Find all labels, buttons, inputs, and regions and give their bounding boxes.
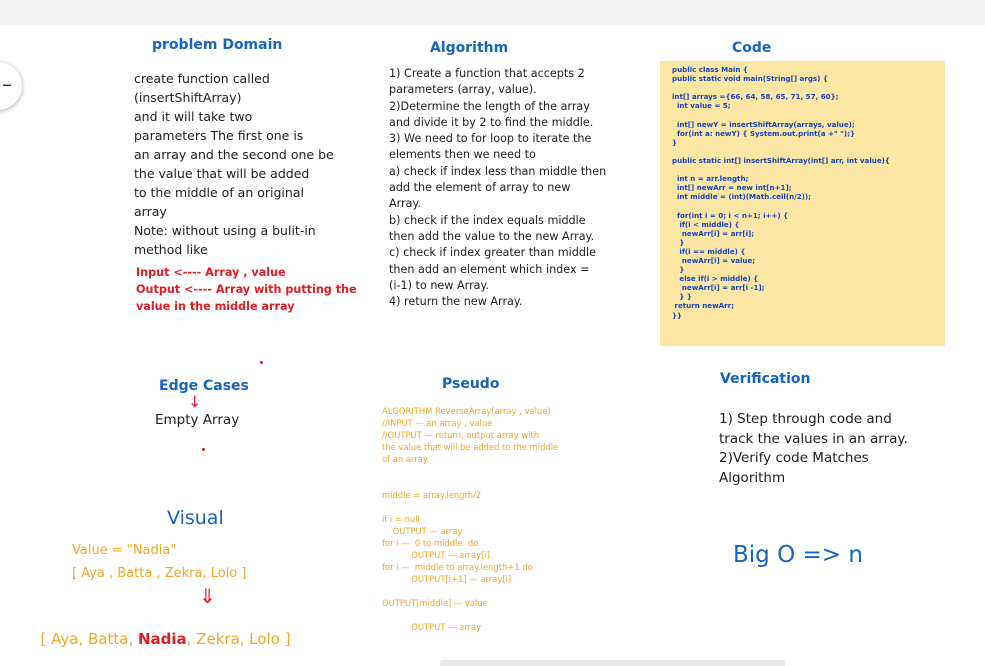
result-highlight: Nadia <box>138 630 187 648</box>
code-title: Code <box>732 40 772 56</box>
verification-body: 1) Step through code and track the value… <box>719 411 908 486</box>
problem-domain-title: problem Domain <box>152 37 283 53</box>
algorithm-title: Algorithm <box>430 40 509 56</box>
edge-cases-title: Edge Cases <box>159 378 249 394</box>
result-prefix: [ Aya, Batta, <box>40 630 138 648</box>
visual-value-line: Value = "Nadia" <box>72 543 177 558</box>
down-arrow-icon: ↓ <box>188 392 202 411</box>
big-o-text: Big O => n <box>733 542 863 568</box>
pseudo-title: Pseudo <box>442 376 500 392</box>
pseudo-body: ALGORITHM ReverseArray(array , value) //… <box>382 406 559 632</box>
dot-mark <box>260 361 263 364</box>
visual-title: Visual <box>167 507 224 529</box>
input-output-text: Input <---- Array , value Output <---- A… <box>136 266 357 313</box>
edge-cases-body: Empty Array <box>155 412 240 428</box>
bottom-scroll-bar[interactable] <box>440 660 785 666</box>
dot-mark <box>202 448 205 451</box>
minus-icon: – <box>2 72 12 96</box>
double-down-arrow-icon: ⇓ <box>199 584 216 608</box>
visual-result-array: [ Aya, Batta, Nadia, Zekra, Lolo ] <box>31 612 291 648</box>
verification-title: Verification <box>720 371 811 387</box>
result-suffix: , Zekra, Lolo ] <box>186 630 291 648</box>
problem-domain-body: create function called (insertShiftArray… <box>134 71 334 257</box>
collapse-button[interactable]: – <box>0 62 22 110</box>
code-text: public class Main { public static void m… <box>672 65 890 320</box>
algorithm-body: 1) Create a function that accepts 2 para… <box>389 67 607 309</box>
top-bar <box>0 0 985 25</box>
visual-input-array: [ Aya , Batta , Zekra, Lolo ] <box>72 566 247 581</box>
